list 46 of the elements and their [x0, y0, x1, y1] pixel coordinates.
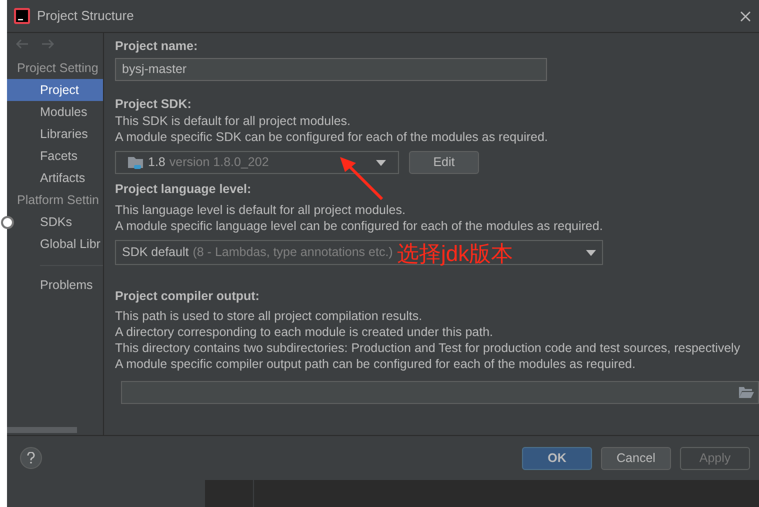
sidebar-group-title: Platform Settin [16, 192, 100, 209]
back-arrow-icon[interactable] [15, 39, 29, 49]
description-text: A module specific SDK can be configured for each of the modules as required. [115, 129, 549, 145]
description-text: A module specific language level can be configured for each of the modules as required. [115, 218, 604, 234]
language-level-value: SDK default [122, 244, 189, 262]
field-label: Project name: [115, 38, 199, 55]
caret-icon [586, 250, 596, 256]
caret-icon [376, 160, 386, 166]
sidebar-group-title: Project Setting [16, 60, 100, 77]
description-text: This language level is default for all project modules. [115, 202, 406, 218]
compiler-output-field[interactable] [121, 381, 759, 404]
field-label: Project compiler output: [115, 288, 260, 305]
dialog-button[interactable]: Cancel [601, 446, 671, 470]
project-name-field[interactable]: bysj-master [115, 58, 547, 81]
question-mark-icon [27, 452, 35, 464]
description-text: A module specific compiler output path can be configured for each of the modules as required. [115, 356, 636, 372]
app-logo-icon [14, 8, 30, 24]
description-text: This path is used to store all project compilation results. [115, 308, 424, 324]
sidebar-item[interactable]: Libraries [15, 123, 103, 145]
sidebar-item[interactable]: Problems [15, 274, 103, 296]
sidebar-item[interactable]: Facets [15, 145, 103, 167]
field-label: Project SDK: [115, 96, 192, 113]
annotation-arrow [338, 157, 384, 200]
sdk-dropdown[interactable]: 1.8 version 1.8.0_202 [115, 151, 399, 174]
sidebar-item[interactable]: Global Libr [15, 233, 103, 255]
dialog-button[interactable]: OK [522, 446, 592, 470]
sidebar-item[interactable]: Project [7, 79, 103, 101]
description-text: This directory contains two subdirectories: Production and Test for production code and test sources, respectively [115, 340, 742, 356]
sidebar-item[interactable]: SDKs [15, 211, 103, 233]
window-title: Project Structure [37, 7, 134, 26]
sidebar-item[interactable]: Artifacts [15, 167, 103, 189]
folder-icon[interactable] [739, 387, 754, 398]
field-label: Project language level: [115, 181, 252, 198]
help-button[interactable] [20, 447, 42, 469]
sdk-name: 1.8 [148, 154, 166, 172]
edit-button[interactable]: Edit [409, 151, 479, 174]
description-text: This SDK is default for all project modules. [115, 113, 352, 129]
description-text: A directory corresponding to each module is created under this path. [115, 324, 494, 340]
scrollbar[interactable] [7, 427, 77, 433]
forward-arrow-icon[interactable] [41, 39, 55, 49]
sdk-version: version 1.8.0_202 [169, 154, 269, 172]
sidebar-item[interactable]: Modules [15, 101, 103, 123]
folder-icon [128, 156, 144, 170]
language-level-detail: (8 - Lambdas, type annotations etc.) [192, 244, 393, 262]
annotation-text: 选择jdk版本 [397, 241, 514, 267]
close-icon[interactable] [740, 10, 751, 22]
